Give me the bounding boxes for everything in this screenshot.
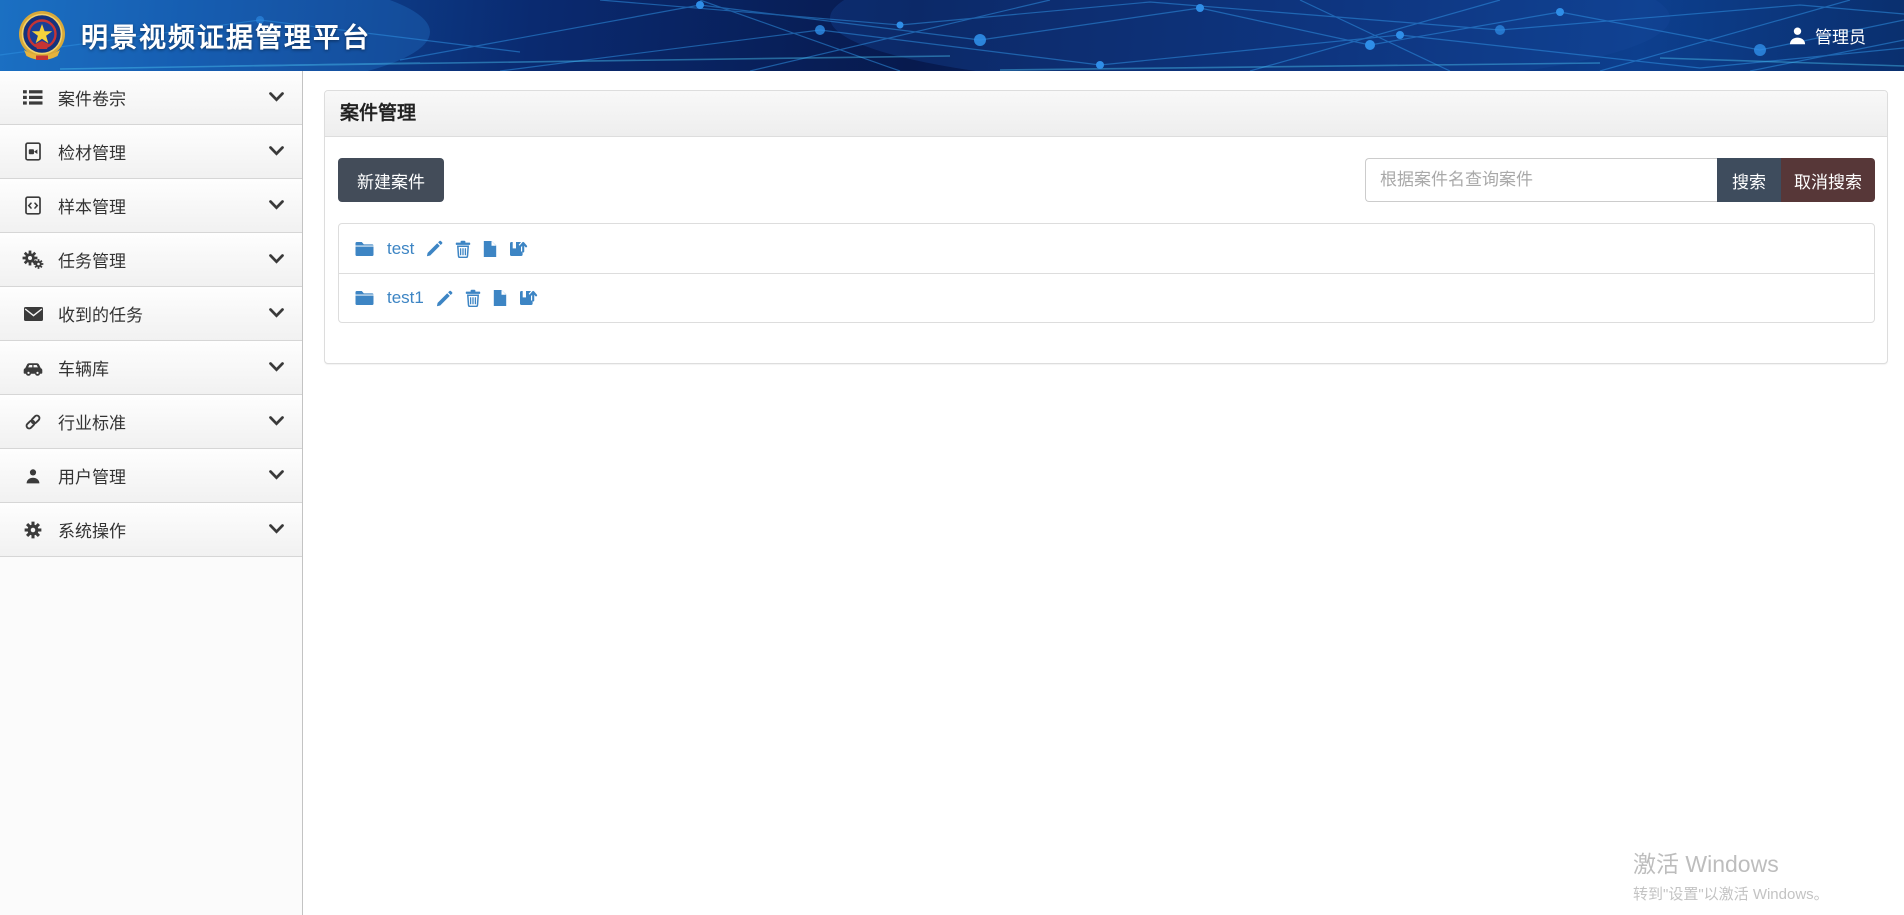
chevron-down-icon: [269, 143, 284, 161]
case-name-link[interactable]: test1: [387, 288, 424, 308]
sidebar-item-label: 收到的任务: [58, 301, 269, 326]
th-list-icon: [21, 89, 45, 106]
user-name: 管理员: [1815, 23, 1866, 48]
sidebar-item-system-operations[interactable]: 系统操作: [0, 503, 302, 557]
sidebar-item-label: 车辆库: [58, 355, 269, 380]
sidebar: 案件卷宗 检材管理 样本管理: [0, 71, 303, 915]
search-button[interactable]: 搜索: [1717, 158, 1781, 202]
main-content: 案件管理 新建案件 搜索 取消搜索 test: [304, 71, 1904, 915]
envelope-icon: [21, 307, 45, 321]
police-badge-icon: [16, 10, 68, 62]
gear-icon: [21, 521, 45, 539]
cogs-icon: [21, 250, 45, 269]
sidebar-item-user-management[interactable]: 用户管理: [0, 449, 302, 503]
app-header: 明景视频证据管理平台 管理员: [0, 0, 1904, 71]
chevron-down-icon: [269, 521, 284, 539]
car-icon: [21, 360, 45, 376]
folder-icon: [354, 290, 375, 306]
chevron-down-icon: [269, 467, 284, 485]
file-code-icon: [21, 196, 45, 215]
sidebar-item-task-management[interactable]: 任务管理: [0, 233, 302, 287]
case-list: test: [338, 223, 1875, 323]
panel-body: 新建案件 搜索 取消搜索 test: [325, 137, 1887, 323]
file-video-icon: [21, 142, 45, 161]
user-icon: [1788, 26, 1807, 45]
watermark-line1: 激活 Windows: [1633, 845, 1829, 879]
sidebar-item-label: 任务管理: [58, 247, 269, 272]
chevron-down-icon: [269, 197, 284, 215]
sidebar-item-received-tasks[interactable]: 收到的任务: [0, 287, 302, 341]
export-icon[interactable]: [519, 289, 538, 307]
edit-icon[interactable]: [436, 290, 453, 307]
sidebar-item-label: 用户管理: [58, 463, 269, 488]
chevron-down-icon: [269, 413, 284, 431]
chevron-down-icon: [269, 89, 284, 107]
app-title: 明景视频证据管理平台: [81, 16, 371, 55]
brand: 明景视频证据管理平台: [16, 0, 371, 71]
sidebar-item-industry-standards[interactable]: 行业标准: [0, 395, 302, 449]
windows-activation-watermark: 激活 Windows 转到"设置"以激活 Windows。: [1633, 845, 1829, 904]
sidebar-item-label: 系统操作: [58, 517, 269, 542]
link-icon: [21, 413, 45, 431]
user-menu[interactable]: 管理员: [1788, 0, 1866, 71]
report-icon[interactable]: [483, 240, 497, 258]
folder-icon: [354, 241, 375, 257]
chevron-down-icon: [269, 359, 284, 377]
sidebar-item-case-dossier[interactable]: 案件卷宗: [0, 71, 302, 125]
watermark-line2: 转到"设置"以激活 Windows。: [1633, 883, 1829, 904]
case-name-link[interactable]: test: [387, 239, 414, 259]
case-management-panel: 案件管理 新建案件 搜索 取消搜索 test: [324, 90, 1888, 364]
search-group: 搜索 取消搜索: [1365, 158, 1875, 202]
chevron-down-icon: [269, 305, 284, 323]
sidebar-item-evidence-management[interactable]: 检材管理: [0, 125, 302, 179]
edit-icon[interactable]: [426, 240, 443, 257]
report-icon[interactable]: [493, 289, 507, 307]
case-row: test1: [339, 273, 1874, 322]
page-title: 案件管理: [325, 91, 1887, 137]
export-icon[interactable]: [509, 240, 528, 258]
toolbar: 新建案件 搜索 取消搜索: [338, 158, 1875, 202]
sidebar-item-vehicle-library[interactable]: 车辆库: [0, 341, 302, 395]
case-row: test: [339, 224, 1874, 273]
cancel-search-button[interactable]: 取消搜索: [1781, 158, 1875, 202]
sidebar-item-label: 行业标准: [58, 409, 269, 434]
case-search-input[interactable]: [1365, 158, 1717, 202]
new-case-button[interactable]: 新建案件: [338, 158, 444, 202]
sidebar-item-sample-management[interactable]: 样本管理: [0, 179, 302, 233]
trash-icon[interactable]: [455, 240, 471, 258]
sidebar-item-label: 案件卷宗: [58, 85, 269, 110]
trash-icon[interactable]: [465, 289, 481, 307]
sidebar-item-label: 样本管理: [58, 193, 269, 218]
user-icon: [21, 468, 45, 484]
sidebar-item-label: 检材管理: [58, 139, 269, 164]
chevron-down-icon: [269, 251, 284, 269]
